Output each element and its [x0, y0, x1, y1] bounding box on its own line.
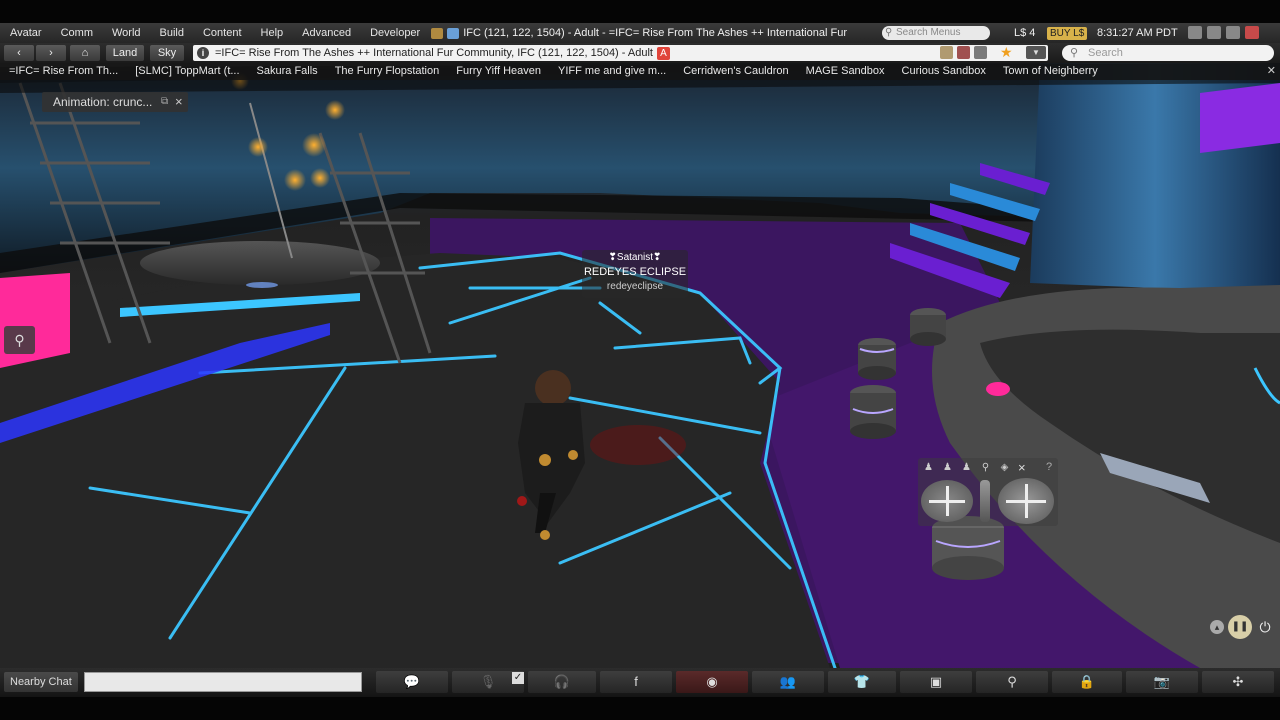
media-icon[interactable] — [1226, 26, 1240, 39]
lock-icon[interactable]: 🔒 — [1052, 671, 1122, 693]
location-url: =IFC= Rise From The Ashes ++ Internation… — [215, 47, 653, 59]
search-placeholder: Search — [1088, 47, 1123, 59]
map-pin-icon[interactable]: ⚲ — [4, 326, 35, 354]
bottom-toolbar: Nearby Chat 💬 🎙 🎧 f ◉ 👥 👕 ▣ ⚲ 🔒 📷 ✣ — [0, 668, 1280, 697]
move-icon[interactable]: ✣ — [1202, 671, 1274, 693]
facebook-icon[interactable]: f — [600, 671, 672, 693]
scene-render — [0, 53, 1280, 668]
favorite-item[interactable]: Furry Yiff Heaven — [447, 63, 549, 80]
voice-enabled-checkbox[interactable]: ✓ — [512, 672, 524, 684]
search-icon: ⚲ — [1070, 47, 1079, 59]
pause-icon[interactable]: ❚❚ — [1228, 615, 1252, 639]
nametag-group: ❣Satanist❣ — [608, 252, 662, 263]
favorite-item[interactable]: =IFC= Rise From Th... — [0, 63, 126, 80]
popout-icon[interactable]: ⧉ — [161, 92, 168, 112]
world-viewport[interactable] — [0, 23, 1280, 668]
appearance-shirt-icon[interactable]: 👕 — [828, 671, 896, 693]
close-icon[interactable]: × — [1018, 460, 1026, 475]
power-icon[interactable]: ⏻ — [1256, 618, 1274, 636]
clock: 8:31:27 AM PDT — [1097, 27, 1178, 39]
search-icon: ⚲ — [885, 27, 893, 38]
nametag-username: redeyeclipse — [606, 281, 664, 292]
nametag-display-name: REDEYES ECLIPSE — [583, 266, 687, 278]
media-controls: ▴ ❚❚ ⏻ — [1208, 615, 1278, 639]
favorite-item[interactable]: Town of Neighberry — [994, 63, 1106, 80]
buy-currency-button[interactable]: BUY L$ — [1047, 27, 1088, 40]
land-button[interactable]: Land — [106, 45, 144, 61]
favorite-item[interactable]: The Furry Flopstation — [326, 63, 448, 80]
favorite-item[interactable]: [SLMC] ToppMart (t... — [126, 63, 247, 80]
close-icon[interactable]: × — [175, 92, 183, 112]
favorite-item[interactable]: MAGE Sandbox — [797, 63, 893, 80]
media-settings-icon[interactable]: ▴ — [1210, 620, 1224, 634]
speak-icon[interactable]: 💬 — [376, 671, 448, 693]
people-icon[interactable]: 👥 — [752, 671, 824, 693]
forward-button[interactable]: › — [36, 45, 66, 61]
adult-rating-badge: A — [656, 46, 670, 60]
headphones-icon[interactable]: 🎧 — [528, 671, 596, 693]
side-view-icon[interactable]: ♟ — [941, 461, 954, 474]
favorite-star-icon[interactable]: ★ — [1000, 44, 1013, 60]
snapshot-camera-icon[interactable]: 📷 — [1126, 671, 1198, 693]
script-icon — [974, 46, 987, 59]
music-icon[interactable] — [1207, 26, 1221, 39]
menu-comm[interactable]: Comm — [51, 23, 102, 43]
animation-toast: Animation: crunc... ⧉ × — [42, 92, 188, 112]
monitor-icon[interactable] — [1188, 26, 1202, 39]
back-button[interactable]: ‹ — [4, 45, 34, 61]
no-fly-icon — [447, 27, 460, 39]
menu-bar: Avatar Comm World Build Content Help Adv… — [0, 23, 1280, 43]
chat-input[interactable] — [84, 672, 362, 692]
pan-control[interactable] — [998, 478, 1054, 524]
camera-presets: ♟ ♟ ♟ ⚲ ◈ — [922, 461, 1011, 474]
info-icon[interactable]: i — [197, 47, 209, 59]
favorite-item[interactable]: Sakura Falls — [248, 63, 326, 80]
search-icon[interactable]: ⚲ — [976, 671, 1048, 693]
animation-label: Animation: crunc... — [53, 95, 153, 109]
search-menus-input[interactable]: ⚲ Search Menus — [882, 26, 990, 40]
menu-build[interactable]: Build — [150, 23, 193, 43]
avatar-nametag: ❣Satanist❣ REDEYES ECLIPSE redeyeclipse — [582, 250, 688, 298]
menu-world[interactable]: World — [102, 23, 150, 43]
help-icon[interactable]: ? — [1046, 461, 1052, 473]
location-input[interactable]: i =IFC= Rise From The Ashes ++ Internati… — [193, 45, 1048, 61]
nearby-chat-button[interactable]: Nearby Chat — [4, 672, 78, 692]
favorites-bar: =IFC= Rise From Th... [SLMC] ToppMart (t… — [0, 63, 1280, 80]
search-menus-placeholder: Search Menus — [896, 27, 961, 38]
inventory-icon[interactable]: ▣ — [900, 671, 972, 693]
location-info[interactable]: IFC (121, 122, 1504) - Adult - =IFC= Ris… — [431, 27, 847, 39]
favorite-item[interactable]: Curious Sandbox — [893, 63, 994, 80]
menu-help[interactable]: Help — [251, 23, 293, 43]
mouselook-icon[interactable]: ◈ — [998, 461, 1011, 474]
letterbox-bottom — [0, 697, 1280, 720]
favorite-item[interactable]: Cerridwen's Cauldron — [674, 63, 796, 80]
favorites-overflow-icon[interactable]: ✕ — [1267, 63, 1276, 80]
menu-content[interactable]: Content — [193, 23, 251, 43]
location-text: IFC (121, 122, 1504) - Adult - =IFC= Ris… — [463, 27, 847, 39]
build-icon — [957, 46, 970, 59]
balance: L$ 4 — [1014, 27, 1036, 39]
home-button[interactable]: ⌂ — [70, 45, 100, 61]
voice-icon — [940, 46, 953, 59]
menu-avatar[interactable]: Avatar — [0, 23, 51, 43]
parcel-property-icons — [940, 46, 987, 59]
view-eye-icon[interactable]: ◉ — [676, 671, 748, 693]
location-dropdown-icon[interactable]: ▼ — [1026, 46, 1046, 59]
search-input[interactable]: ⚲ Search — [1062, 45, 1274, 61]
menu-advanced[interactable]: Advanced — [292, 23, 360, 43]
orbit-control[interactable] — [921, 480, 973, 522]
front-view-icon[interactable]: ♟ — [922, 461, 935, 474]
camera-controls: ♟ ♟ ♟ ⚲ ◈ × ? — [918, 458, 1058, 526]
volume-icon[interactable] — [1245, 26, 1259, 39]
sky-button[interactable]: Sky — [150, 45, 184, 61]
favorite-item[interactable]: YIFF me and give m... — [549, 63, 674, 80]
parcel-icon — [431, 27, 444, 39]
zoom-slider[interactable] — [980, 480, 990, 522]
object-view-icon[interactable]: ⚲ — [979, 461, 992, 474]
rear-view-icon[interactable]: ♟ — [960, 461, 973, 474]
menu-developer[interactable]: Developer — [360, 23, 429, 43]
letterbox-top — [0, 0, 1280, 23]
status-icons — [1188, 26, 1259, 39]
